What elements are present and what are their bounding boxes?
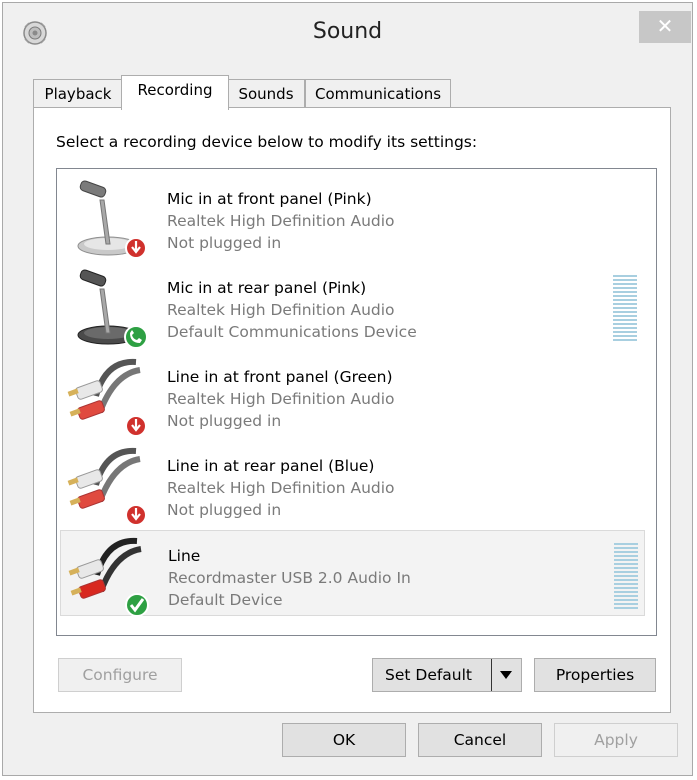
device-driver: Realtek High Definition Audio <box>167 390 395 408</box>
device-name: Line in at rear panel (Blue) <box>167 457 375 475</box>
device-name: Mic in at rear panel (Pink) <box>167 279 367 297</box>
properties-button[interactable]: Properties <box>534 658 656 692</box>
ok-button[interactable]: OK <box>282 723 406 757</box>
device-driver: Realtek High Definition Audio <box>167 212 395 230</box>
configure-button[interactable]: Configure <box>58 658 182 692</box>
set-default-dropdown[interactable] <box>491 659 521 691</box>
button-label: Set Default <box>385 666 473 684</box>
cancel-button[interactable]: Cancel <box>418 723 542 757</box>
device-status: Default Communications Device <box>167 323 417 341</box>
list-item-mic-rear[interactable]: Mic in at rear panel (Pink) Realtek High… <box>60 263 645 349</box>
microphone-icon <box>77 180 147 259</box>
tab-communications[interactable]: Communications <box>305 79 451 108</box>
button-label: Apply <box>594 731 638 749</box>
list-item-line-front[interactable]: Line in at front panel (Green) Realtek H… <box>60 352 645 438</box>
device-name: Mic in at front panel (Pink) <box>167 190 372 208</box>
device-driver: Realtek High Definition Audio <box>167 479 395 497</box>
dropdown-arrow-icon <box>500 671 512 679</box>
level-meter <box>613 275 637 343</box>
level-meter <box>614 543 638 611</box>
rca-cable-icon <box>68 537 149 617</box>
button-label: Configure <box>82 666 158 684</box>
microphone-icon <box>77 269 148 349</box>
button-label: Properties <box>555 666 635 684</box>
phone-badge-icon <box>124 325 148 349</box>
device-name: Line <box>168 547 201 565</box>
device-driver: Recordmaster USB 2.0 Audio In <box>168 569 411 587</box>
device-driver: Realtek High Definition Audio <box>167 301 395 319</box>
list-item-line-rear[interactable]: Line in at rear panel (Blue) Realtek Hig… <box>60 441 645 527</box>
close-button[interactable]: ✕ <box>639 11 691 43</box>
button-label: Cancel <box>453 731 507 749</box>
device-status: Not plugged in <box>167 234 282 252</box>
tab-recording[interactable]: Recording <box>121 75 229 110</box>
set-default-button[interactable]: Set Default <box>372 658 522 692</box>
title-bar: Sound ✕ <box>3 3 692 63</box>
tab-label: Sounds <box>238 85 294 103</box>
device-status: Not plugged in <box>167 501 282 519</box>
apply-button[interactable]: Apply <box>554 723 678 757</box>
tab-label: Playback <box>44 85 112 103</box>
tab-sounds[interactable]: Sounds <box>227 79 305 108</box>
instruction-text: Select a recording device below to modif… <box>56 133 478 151</box>
rca-cable-icon <box>67 447 147 526</box>
device-name: Line in at front panel (Green) <box>167 368 393 386</box>
device-status: Default Device <box>168 591 283 609</box>
sound-dialog: Sound ✕ Playback Recording Sounds Commun… <box>2 2 693 776</box>
list-item-line[interactable]: Line Recordmaster USB 2.0 Audio In Defau… <box>60 530 645 617</box>
device-status: Not plugged in <box>167 412 282 430</box>
tab-playback[interactable]: Playback <box>33 79 123 108</box>
tab-label: Communications <box>314 85 442 103</box>
rca-cable-icon <box>67 358 147 437</box>
list-item-mic-front[interactable]: Mic in at front panel (Pink) Realtek Hig… <box>60 174 645 260</box>
recording-panel: Select a recording device below to modif… <box>33 107 671 713</box>
button-label: OK <box>332 731 356 749</box>
recording-device-list[interactable]: Mic in at front panel (Pink) Realtek Hig… <box>56 168 657 636</box>
close-icon: ✕ <box>656 14 674 38</box>
window-title: Sound <box>312 19 383 44</box>
tab-label: Recording <box>137 81 213 99</box>
